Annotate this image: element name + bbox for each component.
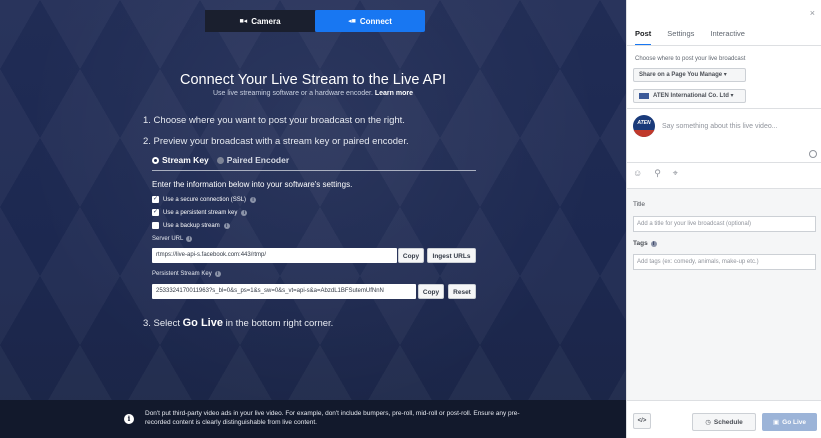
connect-icon: ◂■	[348, 18, 356, 25]
instructions: Enter the information below into your so…	[152, 180, 353, 189]
page-value: ATEN International Co. Ltd ▾	[653, 93, 734, 99]
step-3-prefix: 3. Select	[143, 318, 180, 329]
tab-connect[interactable]: ◂■ Connect	[315, 10, 425, 32]
page-subtitle: Use live streaming software or a hardwar…	[0, 90, 626, 97]
checkbox-persistent[interactable]: ✓ Use a persistent stream key i	[152, 209, 248, 216]
checkbox-backup[interactable]: Use a backup stream i	[152, 222, 230, 229]
live-video-icon: ▣	[773, 419, 780, 426]
source-tabs: ■◂ Camera ◂■ Connect	[205, 10, 425, 32]
close-icon[interactable]: ×	[810, 8, 815, 18]
location-pin-icon[interactable]: ⚲	[654, 168, 661, 179]
server-url-label: Server URL i	[152, 236, 193, 242]
reset-stream-key-button[interactable]: Reset	[448, 284, 476, 299]
title-input[interactable]: Add a title for your live broadcast (opt…	[633, 216, 816, 232]
radio-stream-key[interactable]: Stream Key	[152, 155, 209, 165]
radio-paired-encoder[interactable]: Paired Encoder	[216, 155, 290, 165]
step-3-suffix: in the bottom right corner.	[225, 318, 334, 329]
divider	[627, 45, 821, 46]
info-icon[interactable]: i	[250, 196, 257, 203]
clock-icon: ◷	[705, 419, 711, 426]
server-url-field[interactable]: rtmps://live-api-s.facebook.com:443/rtmp…	[152, 248, 397, 263]
ads-notice: i Don't put third-party video ads in you…	[0, 400, 626, 438]
info-circle-icon: i	[124, 414, 134, 424]
post-sidebar: × Post Settings Interactive Choose where…	[626, 0, 821, 438]
page-dropdown[interactable]: ATEN International Co. Ltd ▾	[633, 89, 746, 103]
checkbox-checked-icon: ✓	[152, 209, 159, 216]
sidebar-tabs: Post Settings Interactive	[635, 29, 745, 46]
avatar-logo-text: ATEN	[637, 120, 651, 126]
ingest-urls-button[interactable]: Ingest URLs	[427, 248, 476, 263]
mode-selector: Stream Key Paired Encoder	[152, 155, 476, 171]
camera-icon: ■◂	[239, 18, 248, 25]
avatar-stripe	[633, 130, 655, 137]
emoji-icon[interactable]: ☺	[633, 168, 642, 179]
divider	[627, 108, 821, 109]
info-icon[interactable]: i	[241, 209, 248, 216]
crosshair-icon[interactable]: ⌖	[673, 168, 678, 179]
schedule-label: Schedule	[713, 418, 743, 426]
sidebar-footer: </> ◷ Schedule ▣ Go Live	[627, 401, 821, 438]
title-label: Title	[633, 201, 646, 208]
copy-stream-key-button[interactable]: Copy	[418, 284, 444, 299]
destination-dropdown[interactable]: Share on a Page You Manage ▾	[633, 68, 746, 82]
background-pattern	[0, 0, 626, 438]
avatar: ATEN	[633, 115, 655, 137]
info-icon[interactable]: i	[223, 222, 230, 229]
stream-key-label-text: Persistent Stream Key	[152, 271, 212, 277]
info-icon[interactable]: i	[186, 236, 193, 242]
tags-label-text: Tags	[633, 240, 648, 247]
copy-server-url-button[interactable]: Copy	[398, 248, 424, 263]
radio-stream-key-label: Stream Key	[162, 155, 209, 165]
learn-more-link[interactable]: Learn more	[375, 90, 413, 97]
step-1: 1. Choose where you want to post your br…	[143, 115, 405, 126]
info-icon[interactable]: i	[214, 271, 221, 277]
info-icon[interactable]: i	[650, 240, 657, 247]
composer-tools: ☺ ⚲ ⌖	[633, 168, 678, 179]
tab-post[interactable]: Post	[635, 29, 652, 46]
step-3-bold: Go Live	[182, 317, 223, 329]
checkbox-unchecked-icon	[152, 222, 159, 229]
page-flag-icon	[639, 93, 649, 99]
step-3: 3. Select Go Live in the bottom right co…	[143, 317, 333, 329]
checkbox-persistent-label: Use a persistent stream key	[163, 209, 238, 216]
emoji-icon[interactable]	[809, 150, 817, 158]
server-url-label-text: Server URL	[152, 236, 184, 242]
tab-connect-label: Connect	[359, 16, 392, 26]
ads-notice-text: Don't put third-party video ads in your …	[145, 410, 520, 426]
destination-value: Share on a Page You Manage ▾	[639, 72, 727, 78]
checkbox-ssl[interactable]: ✓ Use a secure connection (SSL) i	[152, 196, 257, 203]
stream-key-field[interactable]: 2533324170011963?s_bl=0&s_ps=1&s_sw=0&s_…	[152, 284, 416, 299]
live-api-panel: ■◂ Camera ◂■ Connect Connect Your Live S…	[0, 0, 626, 438]
checkbox-ssl-label: Use a secure connection (SSL)	[163, 196, 247, 203]
composer-input[interactable]: Say something about this live video...	[662, 123, 778, 130]
radio-unselected-icon	[216, 156, 224, 164]
subtitle-text: Use live streaming software or a hardwar…	[213, 90, 373, 97]
schedule-button[interactable]: ◷ Schedule	[692, 413, 756, 431]
tab-interactive[interactable]: Interactive	[710, 29, 745, 46]
tab-settings[interactable]: Settings	[667, 29, 694, 46]
tags-input[interactable]: Add tags (ex: comedy, animals, make-up e…	[633, 254, 816, 270]
radio-selected-icon	[152, 156, 159, 164]
page-title: Connect Your Live Stream to the Live API	[180, 72, 446, 88]
tags-label: Tags i	[633, 240, 657, 247]
go-live-button[interactable]: ▣ Go Live	[762, 413, 817, 431]
radio-paired-encoder-label: Paired Encoder	[226, 155, 290, 165]
tab-camera[interactable]: ■◂ Camera	[205, 10, 315, 32]
checkbox-backup-label: Use a backup stream	[163, 222, 220, 229]
step-2: 2. Preview your broadcast with a stream …	[143, 136, 409, 147]
choose-destination-label: Choose where to post your live broadcast	[635, 56, 746, 62]
divider	[627, 162, 821, 163]
go-live-label: Go Live	[782, 418, 806, 426]
checkbox-checked-icon: ✓	[152, 196, 159, 203]
tab-camera-label: Camera	[251, 16, 281, 26]
stream-key-label: Persistent Stream Key i	[152, 271, 221, 277]
embed-code-button[interactable]: </>	[633, 413, 651, 429]
